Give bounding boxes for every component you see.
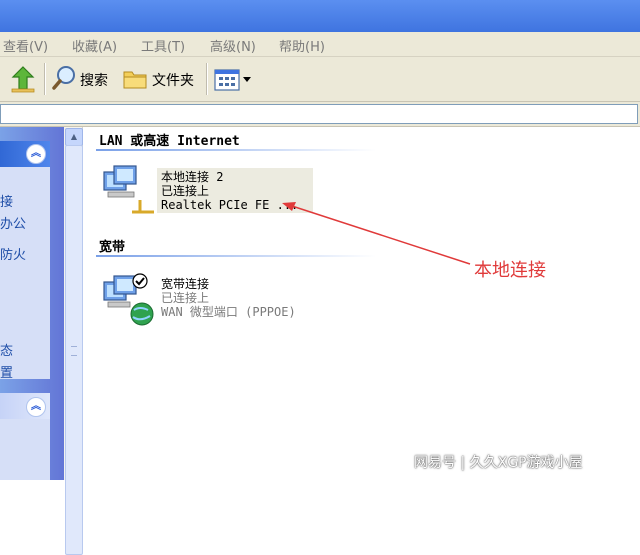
annotation-arrow — [282, 202, 471, 265]
watermark: 网易号 | 久久XGP游戏小屋 — [414, 455, 583, 471]
annotation-label: 本地连接 — [474, 260, 546, 281]
